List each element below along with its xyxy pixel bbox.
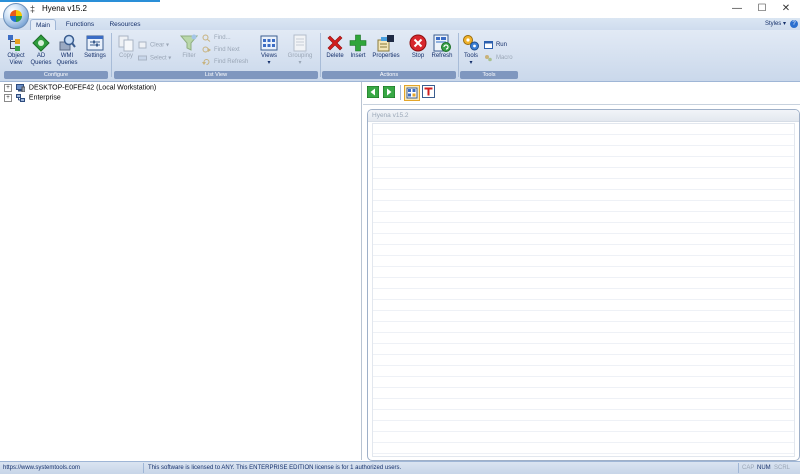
- stop-button[interactable]: Stop: [408, 33, 428, 60]
- configure-group-label: Configure: [4, 71, 108, 79]
- tab-functions[interactable]: Functions: [62, 19, 98, 30]
- insert-plus-icon: [348, 33, 368, 53]
- ribbon-separator: [111, 33, 112, 77]
- window-title: Hyena v15.2: [42, 4, 87, 13]
- refresh-icon: [432, 33, 452, 53]
- grid-view-icon: [406, 87, 418, 99]
- status-scrl-indicator: SCRL: [774, 465, 791, 471]
- actions-group: Delete Insert Properties Stop Refresh Ac…: [322, 32, 456, 79]
- styles-menu[interactable]: Styles ▾: [765, 19, 786, 30]
- title-accent-line: [0, 0, 160, 2]
- macro-button[interactable]: Macro: [484, 54, 513, 64]
- ribbon-separator: [458, 33, 459, 77]
- tree-item-label: DESKTOP-E0FEF42 (Local Workstation): [28, 84, 157, 92]
- right-pane-toolbar: [363, 82, 800, 105]
- settings-icon: [85, 33, 105, 53]
- clear-icon: [138, 41, 147, 49]
- tools-button[interactable]: Tools ▾: [460, 33, 482, 67]
- forward-arrow-icon: [382, 85, 396, 99]
- find-button[interactable]: Find...: [202, 34, 231, 44]
- status-divider: [738, 463, 739, 473]
- find-next-button[interactable]: Find Next: [202, 46, 240, 56]
- help-icon[interactable]: ?: [790, 20, 798, 28]
- close-button[interactable]: ✕: [772, 0, 800, 18]
- refresh-button[interactable]: Refresh: [430, 33, 454, 60]
- title-bar: ‡ Hyena v15.2 — ☐ ✕: [0, 0, 800, 18]
- filter-icon: [179, 33, 199, 53]
- copy-button[interactable]: Copy: [116, 33, 136, 60]
- wmi-queries-icon: [57, 33, 77, 53]
- object-tree[interactable]: + DESKTOP-E0FEF42 (Local Workstation) + …: [0, 82, 362, 460]
- status-num-indicator: NUM: [757, 465, 771, 471]
- enterprise-network-icon: [15, 94, 25, 102]
- grouping-icon: [290, 33, 310, 53]
- grouping-button[interactable]: Grouping ▾: [284, 33, 316, 67]
- app-menu-orb-icon[interactable]: [3, 3, 29, 29]
- find-refresh-icon: [202, 58, 211, 66]
- minimize-button[interactable]: —: [723, 0, 751, 18]
- object-view-icon: [6, 33, 26, 53]
- workstation-icon: [15, 84, 26, 93]
- views-icon: [259, 33, 279, 53]
- status-cap-indicator: CAP: [742, 465, 755, 471]
- ribbon-separator: [320, 33, 321, 77]
- properties-button[interactable]: Properties: [370, 33, 402, 60]
- delete-x-icon: [325, 33, 345, 53]
- content-panel: Hyena v15.2: [367, 109, 800, 461]
- text-view-icon: [422, 85, 435, 98]
- pin-icon[interactable]: ‡: [30, 4, 35, 14]
- run-icon: [484, 41, 493, 49]
- tab-resources[interactable]: Resources: [106, 19, 144, 30]
- views-button[interactable]: Views ▾: [258, 33, 280, 67]
- status-bar: https://www.systemtools.com This softwar…: [0, 461, 800, 474]
- actions-group-label: Actions: [322, 71, 456, 79]
- status-divider: [143, 463, 144, 473]
- macro-icon: [484, 54, 493, 62]
- panel-header: Hyena v15.2: [368, 110, 799, 122]
- right-pane: Hyena v15.2: [363, 82, 800, 461]
- tree-item-label: Enterprise: [28, 94, 61, 102]
- grid-view-button[interactable]: [404, 85, 420, 101]
- find-refresh-button[interactable]: Find Refresh: [202, 58, 248, 68]
- toolbar-separator: [400, 85, 401, 100]
- clear-button[interactable]: Clear ▾: [138, 41, 169, 51]
- tools-group: Tools ▾ Run Macro Tools: [460, 32, 518, 79]
- insert-button[interactable]: Insert: [347, 33, 369, 60]
- select-icon: [138, 54, 147, 62]
- tree-item-enterprise[interactable]: + Enterprise: [4, 94, 61, 104]
- tools-group-label: Tools: [460, 71, 518, 79]
- list-view-group-label: List View: [114, 71, 318, 79]
- list-area[interactable]: [372, 123, 795, 457]
- delete-button[interactable]: Delete: [324, 33, 346, 60]
- stop-icon: [408, 33, 428, 53]
- ribbon: Object View AD Queries WMI Queries Setti…: [0, 30, 800, 82]
- wmi-queries-button[interactable]: WMI Queries: [54, 33, 80, 67]
- configure-group: Object View AD Queries WMI Queries Setti…: [4, 32, 108, 79]
- object-view-button[interactable]: Object View: [4, 33, 28, 67]
- ad-queries-button[interactable]: AD Queries: [29, 33, 53, 67]
- copy-icon: [116, 33, 136, 53]
- text-view-button[interactable]: [422, 85, 435, 98]
- tree-expander[interactable]: +: [4, 84, 12, 92]
- properties-icon: [376, 33, 396, 53]
- ad-queries-icon: [31, 33, 51, 53]
- list-view-group: Copy Clear ▾ Select ▾ Filter Find... Fin…: [114, 32, 318, 79]
- run-button[interactable]: Run: [484, 41, 507, 51]
- filter-button[interactable]: Filter: [178, 33, 200, 60]
- status-license-text: This software is licensed to ANY. This E…: [148, 465, 402, 471]
- ribbon-tab-row: Main Functions Resources Styles ▾ ?: [0, 18, 800, 31]
- tools-gears-icon: [461, 33, 481, 53]
- forward-button[interactable]: [382, 85, 396, 99]
- find-icon: [202, 34, 211, 42]
- find-next-icon: [202, 46, 211, 54]
- status-url-link[interactable]: https://www.systemtools.com: [3, 462, 80, 474]
- tree-expander[interactable]: +: [4, 94, 12, 102]
- back-arrow-icon: [366, 85, 380, 99]
- tree-item-desktop[interactable]: + DESKTOP-E0FEF42 (Local Workstation): [4, 84, 156, 94]
- select-button[interactable]: Select ▾: [138, 54, 171, 64]
- settings-button[interactable]: Settings: [82, 33, 108, 60]
- back-button[interactable]: [366, 85, 380, 99]
